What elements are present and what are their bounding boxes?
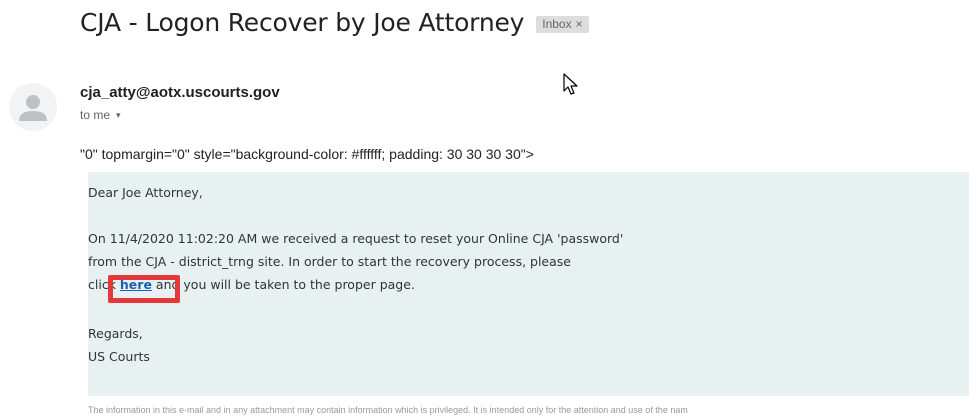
sender-address[interactable]: cja_atty@aotx.uscourts.gov bbox=[80, 84, 280, 101]
remove-label-icon[interactable]: × bbox=[576, 17, 583, 31]
body-line-3-prefix: click bbox=[88, 277, 120, 292]
greeting-text: Dear Joe Attorney, bbox=[88, 185, 203, 200]
body-line-2: from the CJA - district_trng site. In or… bbox=[88, 254, 571, 269]
raw-html-fragment: "0" topmargin="0" style="background-colo… bbox=[80, 146, 534, 162]
recipient-details[interactable]: to me ▾ bbox=[80, 108, 121, 122]
avatar[interactable] bbox=[9, 83, 57, 131]
default-person-avatar-icon bbox=[9, 83, 57, 131]
closing-text: Regards, bbox=[88, 326, 143, 341]
inbox-label-text: Inbox bbox=[542, 17, 572, 31]
mouse-pointer-icon bbox=[563, 73, 579, 102]
body-line-3-suffix: and you will be taken to the proper page… bbox=[151, 277, 415, 292]
body-line-3: click here and you will be taken to the … bbox=[88, 277, 415, 292]
signature-text: US Courts bbox=[88, 349, 150, 364]
subject-row: CJA - Logon Recover by Joe Attorney Inbo… bbox=[80, 8, 589, 37]
inbox-label-badge[interactable]: Inbox × bbox=[536, 16, 589, 33]
recovery-link[interactable]: here bbox=[120, 277, 152, 292]
message-body: Dear Joe Attorney, On 11/4/2020 11:02:20… bbox=[88, 172, 969, 396]
email-subject: CJA - Logon Recover by Joe Attorney bbox=[80, 8, 525, 37]
chevron-down-icon[interactable]: ▾ bbox=[116, 110, 121, 121]
email-disclaimer: The information in this e-mail and in an… bbox=[88, 405, 688, 415]
recipient-text: to me bbox=[80, 108, 111, 122]
body-line-1: On 11/4/2020 11:02:20 AM we received a r… bbox=[88, 231, 624, 246]
